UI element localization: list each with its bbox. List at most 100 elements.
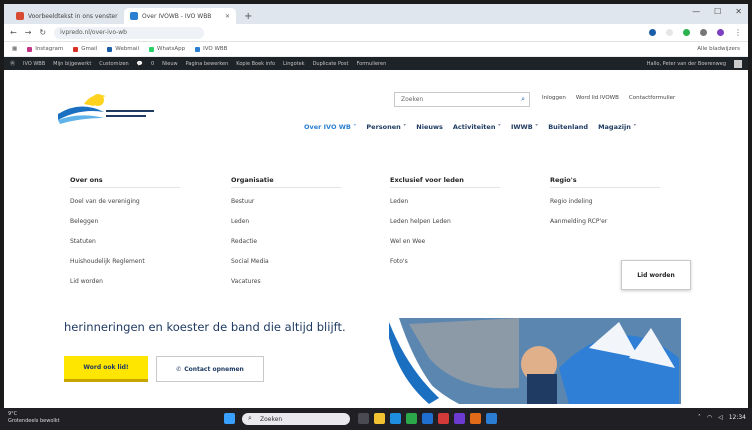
volume-icon[interactable]: ◁: [718, 414, 723, 421]
forward-icon[interactable]: →: [25, 28, 32, 37]
clock-time[interactable]: 12:34: [729, 414, 746, 421]
menu-link[interactable]: Beleggen: [70, 218, 145, 238]
extension-icon[interactable]: [666, 29, 673, 36]
bookmark-item[interactable]: Gmail: [73, 46, 97, 52]
admin-item[interactable]: Lingotek: [283, 61, 305, 67]
admin-greeting: Hallo, Peter van der Boerenweg: [646, 60, 726, 67]
menu-link[interactable]: Bestuur: [231, 198, 274, 218]
admin-item[interactable]: Formulieren: [356, 61, 386, 67]
apps-icon[interactable]: ▦: [12, 46, 17, 52]
file-explorer-icon[interactable]: [374, 413, 385, 424]
word-icon[interactable]: [486, 413, 497, 424]
extension-icon[interactable]: [649, 29, 656, 36]
menu-link[interactable]: Social Media: [231, 258, 274, 278]
column-title: Organisatie: [231, 176, 274, 184]
search-icon[interactable]: ⌕: [521, 95, 525, 104]
app-icon[interactable]: [470, 413, 481, 424]
join-link[interactable]: Word lid IVOWB: [576, 95, 619, 101]
menu-link[interactable]: Statuten: [70, 238, 145, 258]
admin-item[interactable]: Nieuw: [162, 61, 177, 67]
reload-icon[interactable]: ↻: [39, 28, 46, 37]
nav-item-activiteiten[interactable]: Activiteiten ˅: [453, 123, 501, 131]
start-icon[interactable]: [224, 413, 235, 424]
tab-favicon-icon: [16, 12, 24, 20]
nav-item-nieuws[interactable]: Nieuws: [416, 123, 443, 131]
menu-link[interactable]: Wel en Wee: [390, 238, 464, 258]
admin-item[interactable]: Kopie Boek info: [236, 61, 275, 67]
menu-link[interactable]: Leden: [390, 198, 464, 218]
app-icon[interactable]: [438, 413, 449, 424]
nav-item-magazijn[interactable]: Magazijn ˅: [598, 123, 636, 131]
menu-link[interactable]: Redactie: [231, 238, 274, 258]
menu-link[interactable]: Vacatures: [231, 278, 274, 298]
bookmark-item[interactable]: Instagram: [27, 46, 63, 52]
tab-1[interactable]: Voorbeeldtekst in ons venster ✕: [10, 8, 122, 24]
nav-item-buitenland[interactable]: Buitenland: [548, 123, 588, 131]
back-icon[interactable]: ←: [10, 28, 17, 37]
tab-strip: Voorbeeldtekst in ons venster ✕ Over IVO…: [4, 4, 748, 24]
tab-label: Voorbeeldtekst in ons venster: [28, 12, 118, 20]
windows-taskbar: 9°C Grotendeels bewolkt ⌕ Zoeken ˄ ◠ ◁ 1…: [0, 408, 752, 430]
profile-avatar-icon[interactable]: [717, 29, 724, 36]
bookmark-item[interactable]: IVO WBB: [195, 46, 227, 52]
menu-link[interactable]: Foto's: [390, 258, 464, 278]
minimize-icon[interactable]: —: [692, 7, 700, 16]
all-bookmarks[interactable]: Alle bladwijzers: [697, 46, 740, 52]
app-icon[interactable]: [454, 413, 465, 424]
nav-item-iwwb[interactable]: IWWB ˅: [511, 123, 538, 131]
search-input[interactable]: Zoeken ⌕: [394, 92, 530, 107]
menu-link[interactable]: Huishoudelijk Reglement: [70, 258, 145, 278]
search-placeholder: Zoeken: [401, 96, 424, 103]
top-links: Inloggen Word lid IVOWB Contactformulier: [542, 95, 675, 101]
menu-column-regios: Regio's Regio indeling Aanmelding RCP'er: [550, 176, 660, 238]
comments-icon[interactable]: 💬: [137, 61, 143, 67]
admin-item[interactable]: Duplicate Post: [313, 61, 349, 67]
admin-item[interactable]: IVO WBB: [23, 61, 45, 67]
wordpress-icon[interactable]: Ⓦ: [10, 60, 15, 67]
extension-icon[interactable]: [700, 29, 707, 36]
menu-link[interactable]: Regio indeling: [550, 198, 607, 218]
bookmark-item[interactable]: Webmail: [107, 46, 139, 52]
weather-widget[interactable]: 9°C Grotendeels bewolkt: [8, 411, 60, 425]
divider: [550, 187, 660, 188]
task-view-icon[interactable]: [358, 413, 369, 424]
admin-item[interactable]: Mijn bijgewerkt: [53, 61, 91, 67]
tab-label: Over IVOWB - IVO WBB: [142, 12, 212, 20]
admin-item[interactable]: 0: [151, 61, 154, 67]
url-field[interactable]: ivpredo.nl/over-ivo-wb: [54, 26, 205, 39]
extension-icon[interactable]: [683, 29, 690, 36]
login-link[interactable]: Inloggen: [542, 95, 566, 101]
mail-icon[interactable]: [422, 413, 433, 424]
close-tab-icon[interactable]: ✕: [225, 13, 230, 20]
close-window-icon[interactable]: ✕: [735, 7, 742, 16]
chrome-icon[interactable]: [406, 413, 417, 424]
menu-link[interactable]: Leden: [231, 218, 274, 238]
lid-worden-button[interactable]: Lid worden: [621, 260, 691, 290]
bookmark-favicon-icon: [27, 46, 33, 52]
admin-item[interactable]: Customizen: [99, 61, 128, 67]
site-logo[interactable]: [50, 90, 160, 130]
menu-kebab-icon[interactable]: ⋮: [734, 28, 742, 37]
taskbar-search[interactable]: ⌕ Zoeken: [242, 413, 350, 425]
tab-2[interactable]: Over IVOWB - IVO WBB ✕: [124, 8, 236, 24]
new-tab-icon[interactable]: +: [238, 8, 258, 24]
wifi-icon[interactable]: ◠: [707, 414, 712, 421]
system-tray: ˄ ◠ ◁ 12:34: [698, 414, 746, 421]
menu-link[interactable]: Aanmelding RCP'er: [550, 218, 607, 238]
maximize-icon[interactable]: ☐: [714, 7, 721, 16]
menu-link[interactable]: Leden helpen Leden: [390, 218, 464, 238]
contact-link[interactable]: Contactformulier: [629, 95, 675, 101]
menu-link[interactable]: Doel van de vereniging: [70, 198, 145, 218]
bookmark-item[interactable]: WhatsApp: [149, 46, 185, 52]
menu-column-over-ons: Over ons Doel van de vereniging Beleggen…: [70, 176, 180, 298]
chevron-up-icon[interactable]: ˄: [698, 414, 701, 421]
nav-item-personen[interactable]: Personen ˅: [366, 123, 406, 131]
menu-link[interactable]: Lid worden: [70, 278, 145, 298]
nav-item-over[interactable]: Over IVO WB ˅: [304, 123, 356, 131]
avatar: [734, 59, 742, 68]
join-button[interactable]: Word ook lid!: [64, 356, 148, 382]
admin-account[interactable]: Hallo, Peter van der Boerenweg: [646, 59, 742, 68]
contact-button[interactable]: ✆ Contact opnemen: [156, 356, 264, 382]
admin-item[interactable]: Pagina bewerken: [186, 61, 229, 67]
edge-icon[interactable]: [390, 413, 401, 424]
